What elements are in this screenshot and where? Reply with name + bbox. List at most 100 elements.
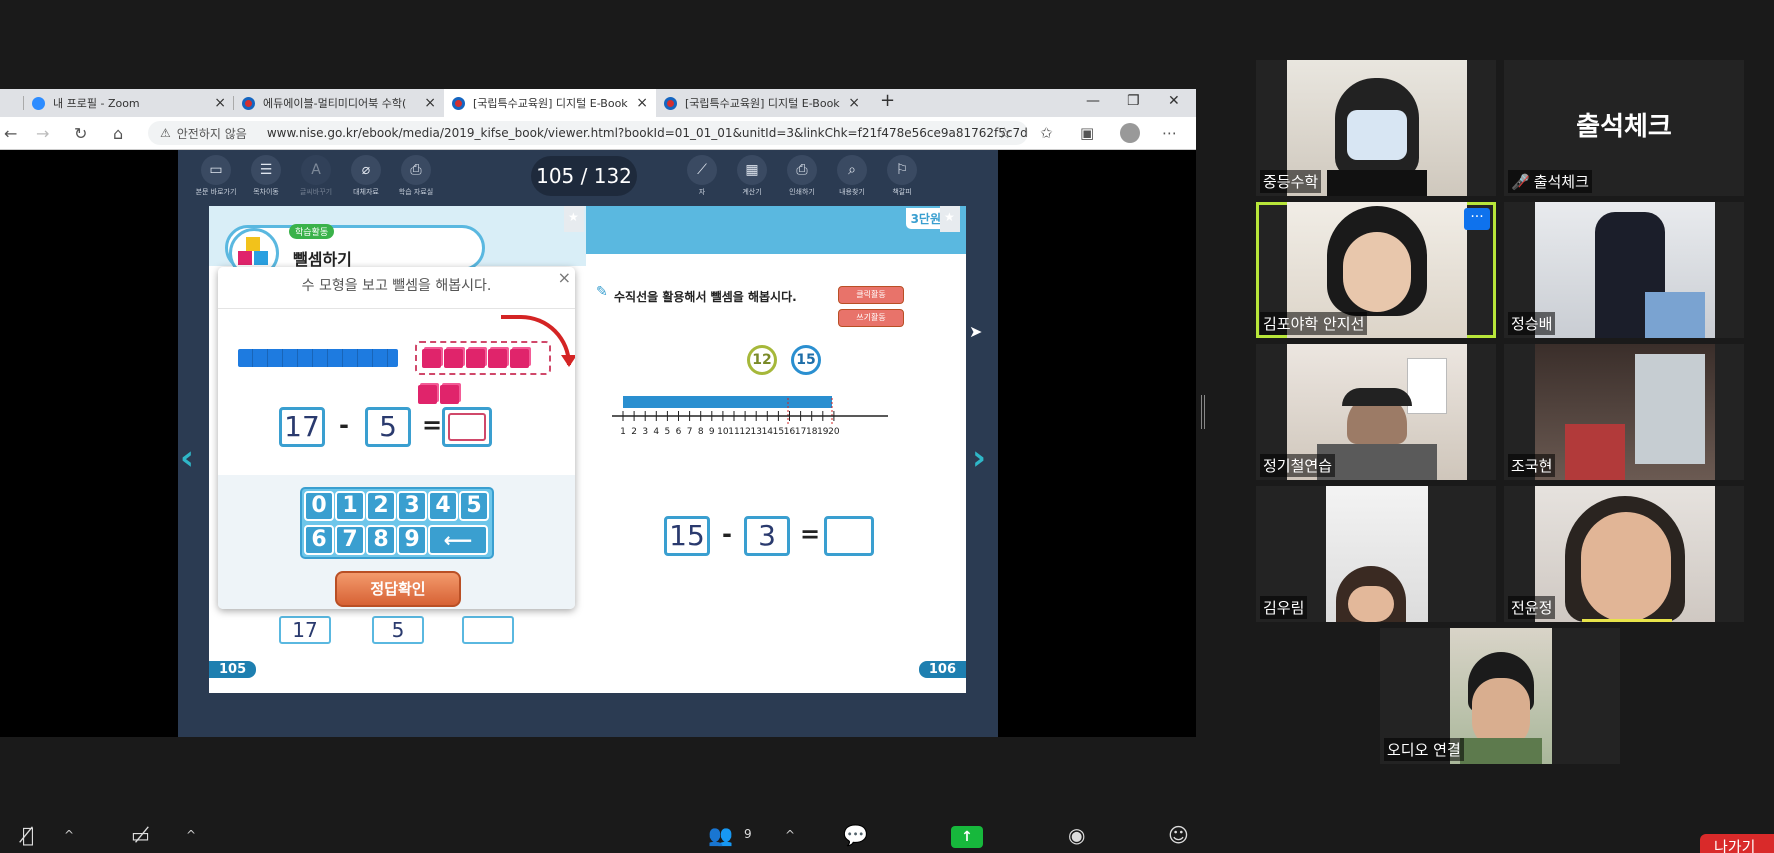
participant-tile-active-speaker[interactable]: ··· 김포야학 안지선 <box>1256 202 1496 338</box>
answer-box[interactable] <box>824 516 874 556</box>
key-8[interactable]: 8 <box>366 525 396 555</box>
backspace-key[interactable]: ⟵ <box>428 525 488 555</box>
number-line-label: 8 <box>698 427 704 437</box>
new-tab-button[interactable]: + <box>880 90 895 111</box>
bookmark-ribbon-icon[interactable] <box>940 206 960 232</box>
marker-15: 15 <box>791 345 821 375</box>
popup-title: 수 모형을 보고 뺄셈을 해봅시다. <box>301 278 492 294</box>
profile-avatar-icon[interactable] <box>1120 123 1140 143</box>
check-answer-button[interactable]: 정답확인 <box>335 571 461 607</box>
favorite-add-icon[interactable]: ☆ <box>998 124 1011 142</box>
participants-icon[interactable]: 👥 <box>708 823 733 847</box>
bookmark-icon: ⚐ <box>887 155 917 185</box>
participants-chevron-icon[interactable]: ^ <box>785 828 795 842</box>
url-field[interactable]: ⚠ 안전하지 않음 www.nise.go.kr/ebook/media/201… <box>148 121 1028 145</box>
participant-tile[interactable]: 조국현 <box>1504 344 1744 480</box>
toolbar-library-button[interactable]: ⎙ 학습 자료실 <box>386 155 446 197</box>
tab-nise-ebook-active[interactable]: [국립특수교육원] 디지털 E-Book × <box>444 89 656 117</box>
key-0[interactable]: 0 <box>304 491 334 521</box>
tab-nise-ebook[interactable]: [국립특수교육원] 디지털 E-Book × <box>656 89 868 117</box>
participant-tile[interactable]: 김우림 <box>1256 486 1496 622</box>
number-line-label: 16 <box>784 427 796 437</box>
record-icon[interactable]: ◉ <box>1068 823 1085 847</box>
close-tab-icon[interactable]: × <box>214 95 226 111</box>
chat-icon[interactable]: 💬 <box>843 823 868 847</box>
minuend-box: 15 <box>664 516 710 556</box>
key-6[interactable]: 6 <box>304 525 334 555</box>
participant-tile[interactable]: 오디오 연결 <box>1380 628 1620 764</box>
favorites-icon[interactable]: ✩ <box>1040 124 1053 142</box>
restore-button[interactable]: ❐ <box>1127 93 1140 109</box>
video-options-chevron-icon[interactable]: ^ <box>186 828 196 842</box>
number-line-label: 20 <box>828 427 840 437</box>
key-1[interactable]: 1 <box>335 491 365 521</box>
shared-screen: 내 프로필 - Zoom × 에듀에이블-멀티미디어북 수학( × [국립특수교… <box>0 89 1196 737</box>
font-icon: A <box>301 155 331 185</box>
share-screen-button[interactable]: ↑ <box>951 826 983 848</box>
close-tab-icon[interactable]: × <box>636 95 648 111</box>
close-tab-icon[interactable]: × <box>848 95 860 111</box>
splitter-handle[interactable] <box>1201 395 1205 429</box>
search-icon: ⌕ <box>837 155 867 185</box>
bookmark-ribbon-icon[interactable] <box>564 206 584 232</box>
more-options-button[interactable]: ··· <box>1464 208 1490 230</box>
participant-tile[interactable]: 정승배 <box>1504 202 1744 338</box>
click-activity-button[interactable]: 클릭활동 <box>838 286 904 304</box>
participant-name: 오디오 연결 <box>1384 738 1464 761</box>
marker-12: 12 <box>747 345 777 375</box>
page-indicator[interactable]: 105 / 132 <box>531 156 637 196</box>
gov-favicon-icon <box>664 96 677 110</box>
unit-cube <box>418 385 437 404</box>
insecure-label: 안전하지 않음 <box>176 126 247 141</box>
tab-eduable[interactable]: 에듀에이블-멀티미디어북 수학( × <box>234 89 444 117</box>
participant-tile[interactable]: 출석체크 🎤̸ 출석체크 <box>1504 60 1744 196</box>
minimize-button[interactable]: — <box>1086 93 1100 109</box>
page-number: 105 <box>209 661 257 678</box>
subtrahend-box: 5 <box>365 407 411 447</box>
prev-page-icon[interactable]: ‹ <box>180 438 194 478</box>
participant-tile[interactable]: 정기철연습 <box>1256 344 1496 480</box>
key-2[interactable]: 2 <box>366 491 396 521</box>
right-page: 3단원 ✎ 수직선을 활용해서 뺄셈을 해봅시다. 클릭활동 쓰기활동 12 1… <box>586 206 966 693</box>
minus-sign: - <box>339 411 349 439</box>
popup-close-icon[interactable]: × <box>558 267 571 289</box>
key-9[interactable]: 9 <box>397 525 427 555</box>
forward-icon[interactable]: → <box>36 124 49 143</box>
participant-tile[interactable]: 중등수학 <box>1256 60 1496 196</box>
home-icon[interactable]: ⌂ <box>113 124 123 143</box>
tab-zoom-profile[interactable]: 내 프로필 - Zoom × <box>24 89 234 117</box>
toolbar-bookmark-button[interactable]: ⚐ 책갈피 <box>872 155 932 197</box>
next-page-icon[interactable]: › <box>972 438 986 478</box>
subtrahend-box: 3 <box>744 516 790 556</box>
key-7[interactable]: 7 <box>335 525 365 555</box>
more-menu-icon[interactable]: ⋯ <box>1162 124 1177 142</box>
number-line-label: 11 <box>728 427 739 437</box>
number-line-label: 4 <box>653 427 659 437</box>
ebook-viewer: ▭ 본문 바로가기 ☰ 목차이동 A 글씨바꾸기 ⌀ 대체자료 ⎙ 학습 자료실 105 … <box>178 150 998 737</box>
write-activity-button[interactable]: 쓰기활동 <box>838 309 904 327</box>
left-page: 학습활동 뺄셈하기 17 5 105 수 모형을 보고 뺄셈을 해봅시다. × <box>209 206 586 693</box>
mouse-cursor-icon: ➤ <box>969 322 983 341</box>
list-icon: ☰ <box>251 155 281 185</box>
answer-box[interactable] <box>442 407 492 447</box>
minus-sign: - <box>722 520 732 548</box>
audio-options-chevron-icon[interactable]: ^ <box>64 828 74 842</box>
tab-fragment[interactable] <box>0 89 24 117</box>
instruction-text: 수직선을 활용해서 뺄셈을 해봅시다. <box>614 290 797 304</box>
reactions-icon[interactable]: ☺ <box>1168 823 1189 847</box>
reload-icon[interactable]: ↻ <box>74 124 87 143</box>
video-off-icon[interactable]: ▭̸ <box>131 823 150 847</box>
window-close-button[interactable]: ✕ <box>1168 93 1180 109</box>
leave-button[interactable]: 나가기 <box>1700 834 1774 853</box>
collections-icon[interactable]: ▣ <box>1080 124 1094 142</box>
mic-muted-icon[interactable]: 🎙̸ <box>22 823 34 847</box>
browser-tab-bar: 내 프로필 - Zoom × 에듀에이블-멀티미디어북 수학( × [국립특수교… <box>0 89 1196 117</box>
close-tab-icon[interactable]: × <box>424 95 436 111</box>
number-line-label: 2 <box>631 427 637 437</box>
key-4[interactable]: 4 <box>428 491 458 521</box>
key-5[interactable]: 5 <box>459 491 489 521</box>
participant-tile[interactable]: 전윤정 <box>1504 486 1744 622</box>
page-number: 106 <box>918 661 966 678</box>
key-3[interactable]: 3 <box>397 491 427 521</box>
back-icon[interactable]: ← <box>4 124 17 143</box>
